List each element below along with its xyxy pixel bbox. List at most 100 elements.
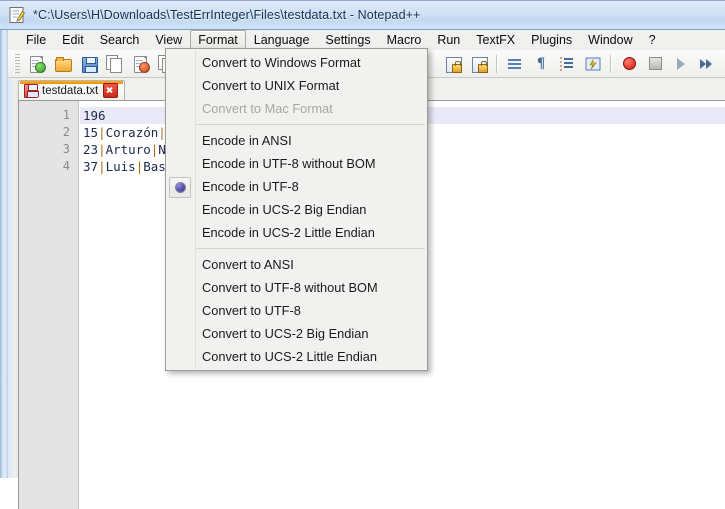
menu-item-convert-to-unix-format[interactable]: Convert to UNIX Format bbox=[166, 74, 427, 97]
menu-item-convert-to-ansi[interactable]: Convert to ANSI bbox=[166, 253, 427, 276]
open-folder-icon bbox=[54, 55, 72, 73]
menu-item-convert-to-utf-8[interactable]: Convert to UTF-8 bbox=[166, 299, 427, 322]
menu-plugins-button[interactable]: Plugins bbox=[523, 30, 580, 51]
line-number: 1 bbox=[62, 108, 70, 122]
menu--button[interactable]: ? bbox=[641, 30, 664, 51]
code-text: 23 bbox=[83, 142, 99, 157]
menu-window-button[interactable]: Window bbox=[580, 30, 640, 51]
save-macro-button[interactable] bbox=[721, 52, 725, 76]
menu-bar: File Edit Search View Format Language Settings… bbox=[8, 29, 725, 51]
menu-separator bbox=[196, 124, 425, 125]
show-uri-button[interactable] bbox=[581, 52, 605, 76]
line-number: 2 bbox=[62, 125, 70, 139]
line-number: 3 bbox=[62, 142, 70, 156]
menu-item-convert-to-ucs-2-big-endian[interactable]: Convert to UCS-2 Big Endian bbox=[166, 322, 427, 345]
toolbar-grip[interactable] bbox=[14, 53, 20, 74]
menu-textfx-button[interactable]: TextFX bbox=[468, 30, 523, 51]
pipe-delimiter: | bbox=[98, 159, 106, 174]
stop-macro-icon bbox=[648, 57, 662, 70]
record-macro-icon bbox=[622, 57, 636, 70]
menu-item-label: Convert to Windows Format bbox=[202, 55, 361, 70]
radio-checked-icon bbox=[169, 177, 191, 198]
indent-guide-button[interactable] bbox=[555, 52, 579, 76]
menu-search-button[interactable]: Search bbox=[92, 30, 148, 51]
format-dropdown-menu[interactable]: Convert to Windows Format Convert to UNIX… bbox=[165, 48, 428, 371]
window-left-inner-border bbox=[8, 30, 18, 478]
menu-file-button[interactable]: File bbox=[18, 30, 54, 51]
zoom-out-icon bbox=[470, 55, 488, 73]
close-file-icon bbox=[132, 55, 150, 73]
menu-item-encode-in-utf-8[interactable]: Encode in UTF-8 bbox=[166, 175, 427, 198]
window-title: *C:\Users\H\Downloads\TestErrInteger\Fil… bbox=[33, 8, 421, 22]
new-file-icon bbox=[28, 55, 46, 73]
menu-item-convert-to-mac-format: Convert to Mac Format bbox=[166, 97, 427, 120]
menu-item-label: Encode in ANSI bbox=[202, 133, 292, 148]
menu-item-label: Convert to ANSI bbox=[202, 257, 294, 272]
zoom-in-icon bbox=[444, 55, 462, 73]
notepad-plus-plus-icon bbox=[8, 6, 26, 24]
new-file-button[interactable] bbox=[25, 52, 49, 76]
code-text: Bas bbox=[143, 159, 166, 174]
pilcrow-icon: ¶ bbox=[536, 55, 546, 71]
line-number: 4 bbox=[62, 159, 70, 173]
tab-label: testdata.txt bbox=[42, 84, 99, 97]
pipe-delimiter: | bbox=[98, 125, 106, 140]
menu-item-encode-in-ansi[interactable]: Encode in ANSI bbox=[166, 129, 427, 152]
code-text: Corazón bbox=[105, 125, 159, 140]
tab-close-button[interactable] bbox=[103, 83, 119, 98]
menu-separator bbox=[196, 248, 425, 249]
uri-highlight-icon bbox=[584, 55, 602, 73]
word-wrap-icon bbox=[506, 55, 524, 73]
menu-item-label: Convert to UTF-8 bbox=[202, 303, 301, 318]
word-wrap-button[interactable] bbox=[503, 52, 527, 76]
play-macro-icon bbox=[677, 57, 685, 70]
zoom-out-button[interactable] bbox=[467, 52, 491, 76]
code-text: Arturo bbox=[105, 142, 151, 157]
run-multiple-button[interactable] bbox=[695, 52, 719, 76]
menu-edit-button[interactable]: Edit bbox=[54, 30, 92, 51]
save-all-button[interactable] bbox=[103, 52, 127, 76]
menu-item-label: Convert to UCS-2 Big Endian bbox=[202, 326, 369, 341]
show-all-chars-button[interactable]: ¶ bbox=[529, 52, 553, 76]
menu-item-label: Convert to UNIX Format bbox=[202, 78, 340, 93]
code-text: 15 bbox=[83, 125, 99, 140]
indent-guide-icon bbox=[558, 55, 576, 73]
document-tab[interactable]: testdata.txt bbox=[18, 80, 126, 100]
menu-item-encode-in-utf-8-without-bom[interactable]: Encode in UTF-8 without BOM bbox=[166, 152, 427, 175]
window-left-border bbox=[0, 30, 8, 478]
menu-item-label: Convert to UCS-2 Little Endian bbox=[202, 349, 377, 364]
menu-item-label: Encode in UTF-8 bbox=[202, 179, 299, 194]
notepad-plus-plus-window: *C:\Users\H\Downloads\TestErrInteger\Fil… bbox=[0, 0, 725, 509]
close-button[interactable] bbox=[129, 52, 153, 76]
menu-item-convert-to-ucs-2-little-endian[interactable]: Convert to UCS-2 Little Endian bbox=[166, 345, 427, 368]
menu-item-label: Encode in UCS-2 Big Endian bbox=[202, 202, 367, 217]
menu-item-convert-to-windows-format[interactable]: Convert to Windows Format bbox=[166, 51, 427, 74]
menu-item-encode-in-ucs-2-little-endian[interactable]: Encode in UCS-2 Little Endian bbox=[166, 221, 427, 244]
unsaved-floppy-icon bbox=[24, 83, 39, 98]
menu-item-convert-to-utf-8-without-bom[interactable]: Convert to UTF-8 without BOM bbox=[166, 276, 427, 299]
menu-item-label: Encode in UCS-2 Little Endian bbox=[202, 225, 375, 240]
menu-item-label: Convert to UTF-8 without BOM bbox=[202, 280, 378, 295]
code-text: Luis bbox=[105, 159, 136, 174]
menu-run-button[interactable]: Run bbox=[429, 30, 468, 51]
toolbar-separator bbox=[496, 54, 498, 73]
open-file-button[interactable] bbox=[51, 52, 75, 76]
zoom-in-button[interactable] bbox=[441, 52, 465, 76]
code-text: 37 bbox=[83, 159, 99, 174]
menu-item-label: Convert to Mac Format bbox=[202, 101, 333, 116]
start-record-button[interactable] bbox=[617, 52, 641, 76]
stop-record-button[interactable] bbox=[643, 52, 667, 76]
fast-forward-icon bbox=[698, 55, 716, 73]
code-text: 196 bbox=[83, 108, 106, 123]
save-button[interactable] bbox=[77, 52, 101, 76]
menu-item-label: Encode in UTF-8 without BOM bbox=[202, 156, 376, 171]
radio-dot bbox=[175, 183, 185, 192]
menu-item-encode-in-ucs-2-big-endian[interactable]: Encode in UCS-2 Big Endian bbox=[166, 198, 427, 221]
save-floppy-icon bbox=[80, 55, 98, 73]
title-bar: *C:\Users\H\Downloads\TestErrInteger\Fil… bbox=[0, 1, 725, 29]
save-all-icon bbox=[106, 54, 124, 73]
pipe-delimiter: | bbox=[98, 142, 106, 157]
line-number-gutter: 1 2 3 4 bbox=[19, 101, 79, 509]
toolbar-separator bbox=[610, 54, 612, 73]
play-macro-button[interactable] bbox=[669, 52, 693, 76]
